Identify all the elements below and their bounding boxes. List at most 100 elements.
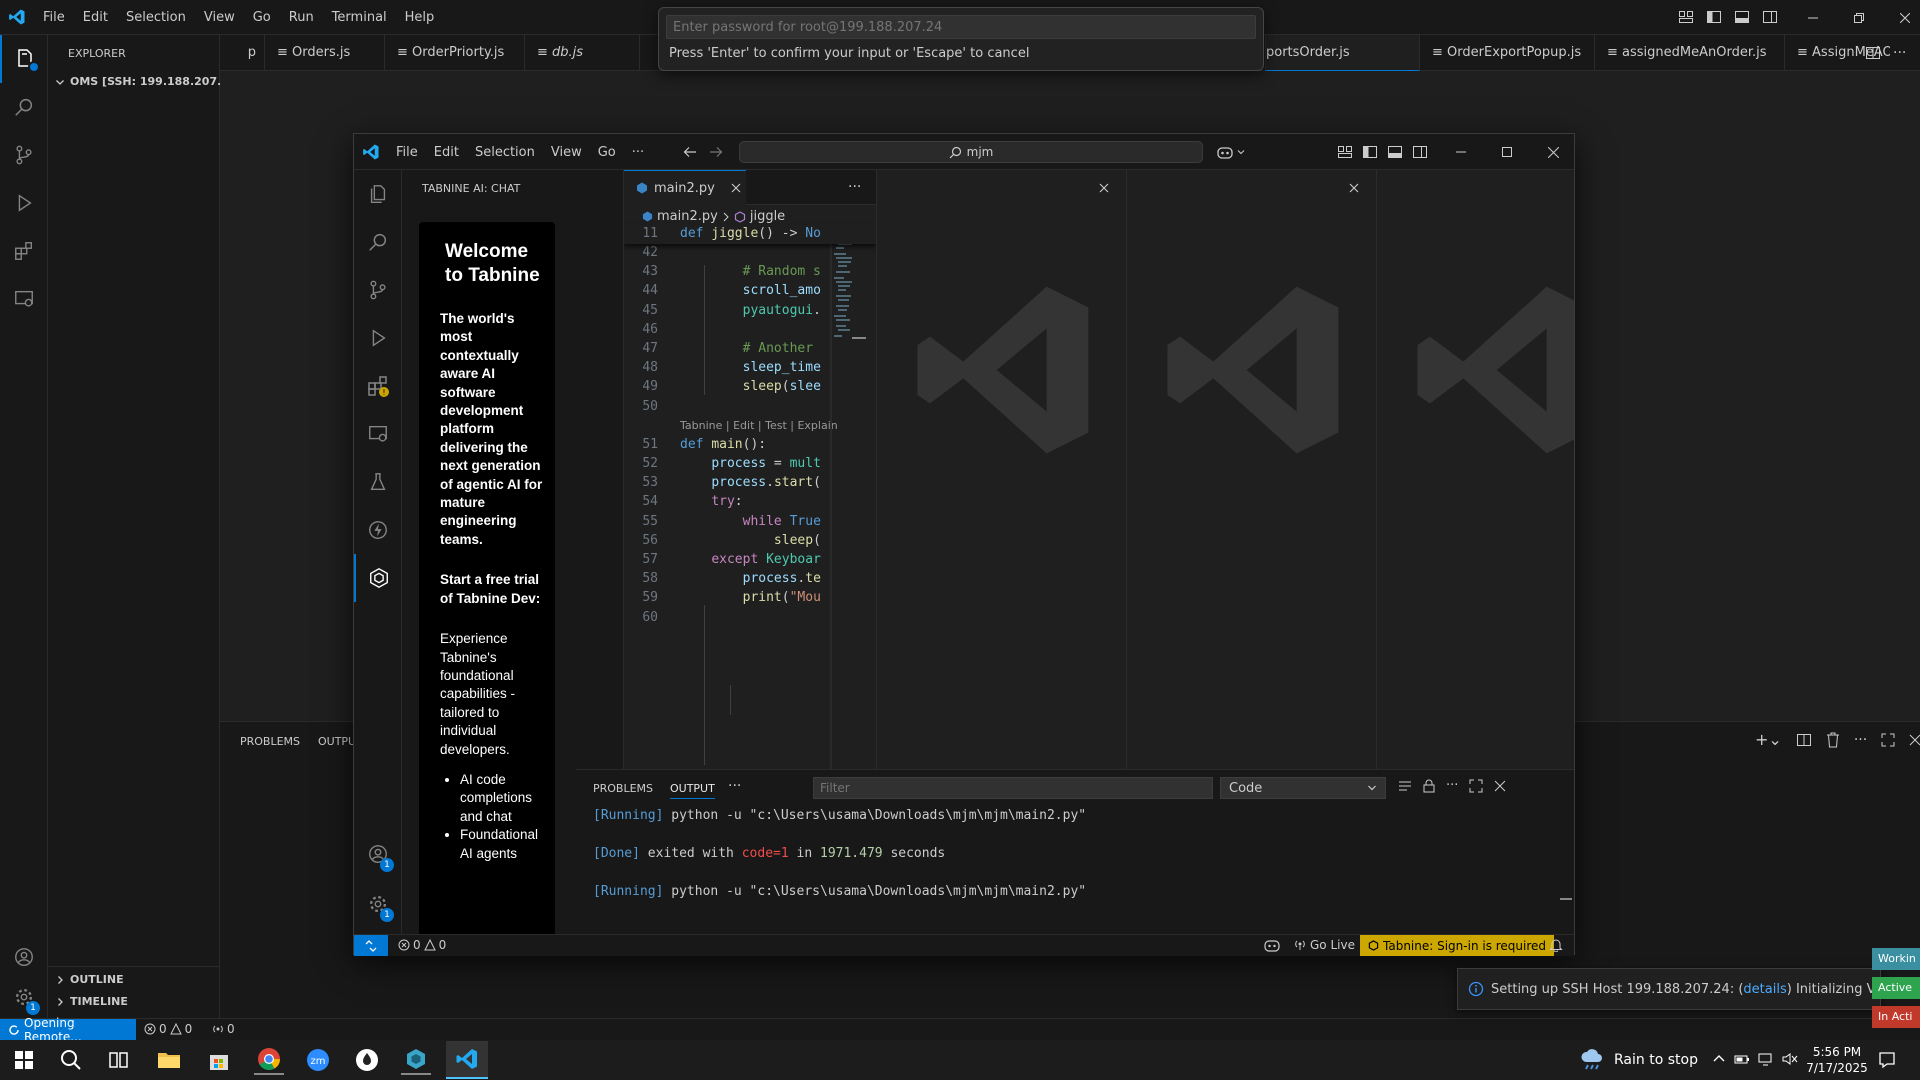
outline-header[interactable]: OUTLINE [54, 973, 124, 986]
remote-indicator[interactable]: Opening Remote... [0, 1016, 136, 1044]
close-icon[interactable] [1882, 0, 1920, 35]
copilot-status-icon[interactable] [1264, 938, 1280, 952]
lightning-icon[interactable] [354, 506, 402, 554]
bg-menu-help[interactable]: Help [396, 0, 444, 35]
bg-tab[interactable]: ≡ Orders.js [265, 35, 385, 71]
manage-gear-icon[interactable]: 1 [0, 973, 48, 1021]
active-status-button[interactable]: Active [1872, 977, 1920, 999]
bg-problems-status[interactable]: 0 0 [144, 1022, 192, 1036]
close-panel-icon[interactable] [1909, 734, 1920, 746]
toggle-secondary-sidebar-icon[interactable] [1412, 144, 1428, 160]
remote-explorer-icon[interactable] [0, 275, 48, 323]
folder-header[interactable]: OMS [SSH: 199.188.207.24] [54, 75, 242, 88]
app-droplet-icon[interactable] [352, 1045, 382, 1075]
working-status-button[interactable]: Workin [1872, 948, 1920, 970]
command-center-search[interactable]: mjm [739, 141, 1203, 163]
extensions-warning-icon[interactable]: ! [354, 362, 402, 410]
app-hex-icon[interactable] [401, 1045, 431, 1075]
output-log[interactable]: [Running] python -u "c:\Users\usama\Down… [593, 806, 1553, 901]
maximize-panel-icon[interactable] [1881, 733, 1895, 747]
restore-icon[interactable] [1836, 0, 1882, 35]
bg-tab-active[interactable]: portsOrder.js [1265, 35, 1420, 71]
bg-menu-file[interactable]: File [34, 0, 74, 35]
close-panel-icon[interactable] [1494, 780, 1506, 792]
bg-menu-edit[interactable]: Edit [74, 0, 117, 35]
lock-icon[interactable] [1423, 779, 1435, 793]
search-icon[interactable] [0, 83, 48, 131]
split-terminal-icon[interactable] [1796, 732, 1812, 748]
chevron-up-icon[interactable] [1712, 1052, 1726, 1066]
explorer-icon[interactable] [0, 35, 48, 83]
close-group-icon[interactable] [1349, 183, 1359, 193]
close-icon[interactable] [1530, 134, 1576, 170]
word-wrap-icon[interactable] [1398, 779, 1412, 793]
customize-layout-icon[interactable] [1678, 9, 1694, 25]
new-terminal-icon[interactable]: +⌄ [1755, 730, 1782, 749]
more-actions-icon[interactable]: ··· [1854, 732, 1867, 748]
remote-window-icon[interactable] [354, 935, 388, 956]
windows-start-icon[interactable] [9, 1045, 39, 1075]
fg-menu-more[interactable]: ··· [624, 145, 652, 160]
customize-layout-icon[interactable] [1337, 144, 1353, 160]
tabnine-status-button[interactable]: Tabnine: Sign-in is required [1360, 935, 1555, 956]
fg-menu-file[interactable]: File [388, 145, 426, 160]
bg-menu-terminal[interactable]: Terminal [323, 0, 396, 35]
minimize-icon[interactable] [1790, 0, 1836, 35]
run-debug-icon[interactable] [0, 179, 48, 227]
ports-status[interactable]: 0 [212, 1022, 235, 1036]
split-editor-icon[interactable] [1865, 45, 1881, 61]
battery-icon[interactable] [1734, 1052, 1750, 1066]
source-control-icon[interactable] [354, 266, 402, 314]
manage-gear-icon[interactable]: 1 [354, 880, 402, 928]
toggle-sidebar-icon[interactable] [1706, 9, 1722, 25]
details-link[interactable]: details [1743, 982, 1786, 997]
editor-tab-main2[interactable]: main2.py [624, 170, 746, 205]
extensions-icon[interactable] [0, 227, 48, 275]
toggle-panel-icon[interactable] [1387, 144, 1403, 160]
toggle-panel-icon[interactable] [1734, 9, 1750, 25]
bg-menu-view[interactable]: View [195, 0, 244, 35]
tab-close-icon[interactable] [731, 183, 741, 193]
source-control-icon[interactable] [0, 131, 48, 179]
ssh-progress-notification[interactable]: Setting up SSH Host 199.188.207.24: (det… [1457, 968, 1881, 1010]
accounts-icon[interactable]: 1 [354, 830, 402, 878]
more-actions-icon[interactable]: ··· [1446, 779, 1458, 793]
fg-menu-selection[interactable]: Selection [467, 145, 543, 160]
more-actions-icon[interactable]: ··· [1893, 46, 1906, 60]
maximize-panel-icon[interactable] [1469, 779, 1483, 793]
taskbar-clock[interactable]: 5:56 PM 7/17/2025 [1802, 1044, 1872, 1076]
close-group-icon[interactable] [1099, 183, 1109, 193]
notification-center-icon[interactable] [1872, 1045, 1902, 1075]
forward-arrow-icon[interactable] [708, 144, 724, 160]
panel-tab-problems[interactable]: PROBLEMS [593, 782, 653, 795]
speaker-muted-icon[interactable] [1782, 1052, 1798, 1066]
maximize-icon[interactable] [1484, 134, 1530, 170]
timeline-header[interactable]: TIMELINE [54, 995, 128, 1008]
task-view-icon[interactable] [104, 1045, 134, 1075]
password-input[interactable] [666, 15, 1256, 39]
sticky-scroll-line[interactable]: 11 def jiggle() -> No [624, 225, 876, 244]
breadcrumb-file[interactable]: main2.py [657, 209, 718, 224]
tabnine-icon[interactable] [354, 554, 402, 602]
bg-menu-selection[interactable]: Selection [117, 0, 195, 35]
editor-scrollbar[interactable] [830, 225, 832, 769]
output-filter-input[interactable] [813, 777, 1213, 799]
weather-widget[interactable]: Rain to stop [1580, 1048, 1698, 1072]
file-explorer-icon[interactable] [154, 1045, 184, 1075]
minimize-icon[interactable] [1438, 134, 1484, 170]
zoom-icon[interactable]: zm [303, 1045, 333, 1075]
network-icon[interactable] [1758, 1052, 1774, 1066]
vscode-taskbar-icon[interactable] [446, 1041, 488, 1079]
search-icon[interactable] [354, 218, 402, 266]
run-debug-icon[interactable] [354, 314, 402, 362]
bg-menu-run[interactable]: Run [280, 0, 323, 35]
taskbar-search-icon[interactable] [56, 1045, 86, 1075]
remote-explorer-icon[interactable] [354, 410, 402, 458]
bg-menu-go[interactable]: Go [244, 0, 280, 35]
toggle-sidebar-icon[interactable] [1362, 144, 1378, 160]
back-arrow-icon[interactable] [682, 144, 698, 160]
bg-tab[interactable]: p [220, 35, 265, 71]
explorer-icon[interactable] [354, 170, 402, 218]
microsoft-store-icon[interactable] [204, 1045, 234, 1075]
testing-flask-icon[interactable] [354, 458, 402, 506]
